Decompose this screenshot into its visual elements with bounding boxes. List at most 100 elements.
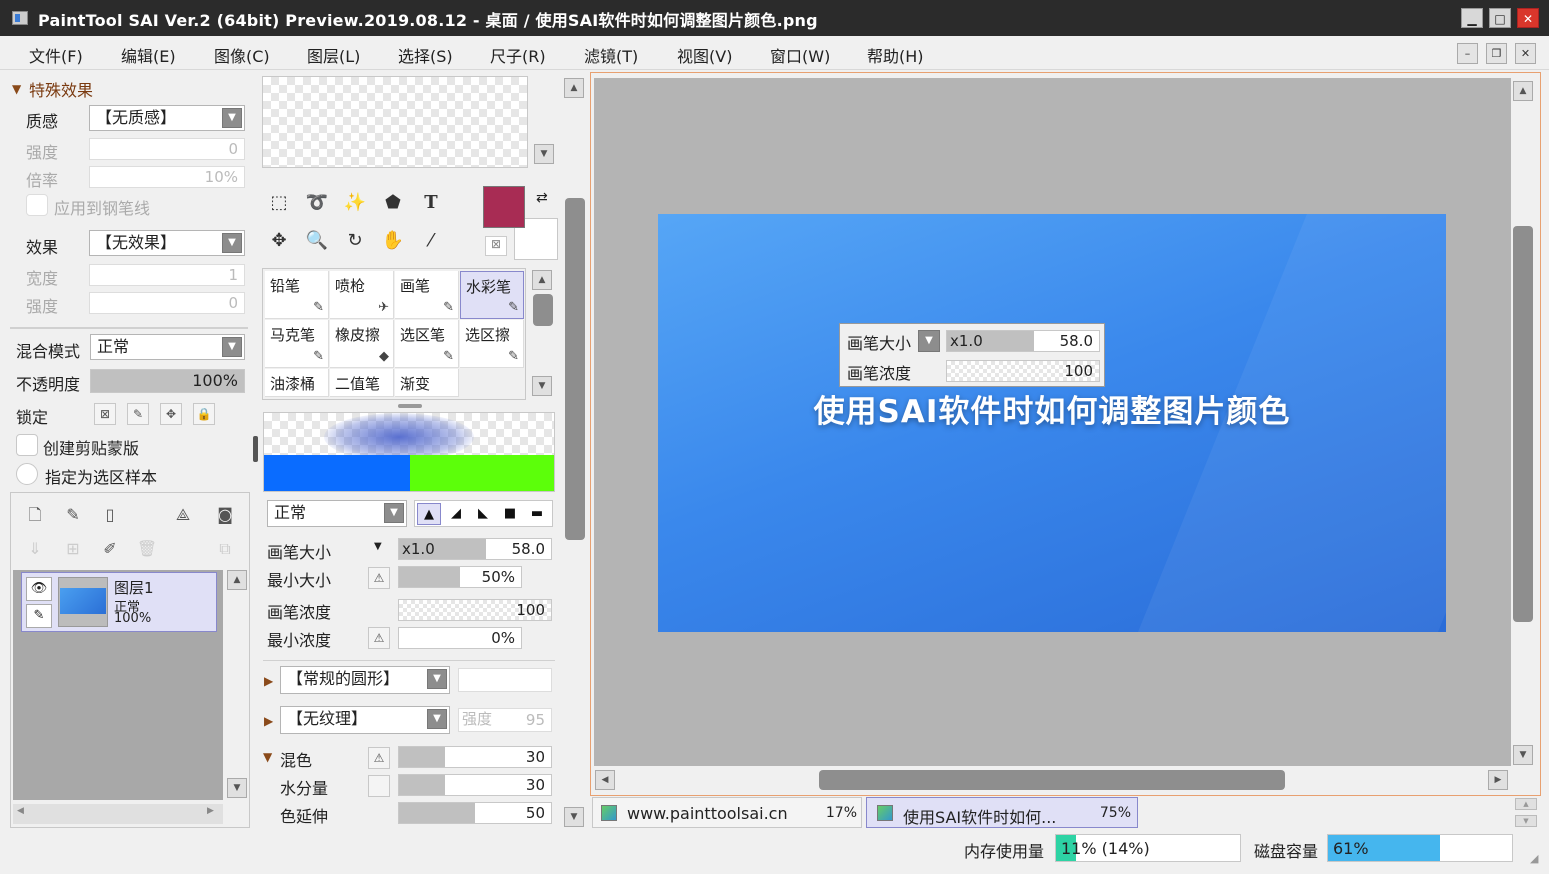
brush-pencil[interactable]: 铅笔 ✎ bbox=[265, 271, 329, 319]
canvas-hscroll-thumb[interactable] bbox=[819, 770, 1285, 790]
layer-scroll-up-button[interactable]: ▲ bbox=[227, 570, 247, 590]
mix-slider[interactable]: 30 bbox=[398, 746, 552, 768]
menu-layer[interactable]: 图层(L) bbox=[307, 43, 360, 67]
lock-move-icon[interactable]: ✥ bbox=[160, 403, 182, 425]
brush-gradient[interactable]: 渐变 bbox=[395, 369, 459, 397]
collapse-arrow-icon[interactable]: ▼ bbox=[263, 750, 272, 764]
scroll-right-icon[interactable]: ▶ bbox=[207, 806, 214, 816]
tabs-scroll-down-button[interactable]: ▼ bbox=[1515, 815, 1537, 827]
min-density-slider[interactable]: 0% bbox=[398, 627, 522, 649]
hand-icon[interactable]: ✋ bbox=[376, 224, 410, 258]
menu-ruler[interactable]: 尺子(R) bbox=[490, 43, 546, 67]
brush-mode-select[interactable]: 正常 ▼ bbox=[267, 500, 407, 527]
brush-scroll-up-button[interactable]: ▲ bbox=[532, 270, 552, 290]
opacity-slider[interactable]: 100% bbox=[90, 369, 245, 393]
min-size-slider[interactable]: 50% bbox=[398, 566, 522, 588]
shape-icon[interactable]: ⬟ bbox=[376, 186, 410, 220]
width-field[interactable]: 1 bbox=[89, 264, 245, 286]
brush-scroll-thumb[interactable] bbox=[533, 294, 553, 326]
brush-scroll-down-button[interactable]: ▼ bbox=[532, 376, 552, 396]
menu-select[interactable]: 选择(S) bbox=[398, 43, 453, 67]
layer-hscroll[interactable]: ◀ ▶ bbox=[13, 804, 223, 824]
transparent-color-icon[interactable]: ⊠ bbox=[485, 236, 507, 256]
merge-down-icon[interactable]: ⊞ bbox=[61, 537, 85, 561]
strength-field[interactable]: 0 bbox=[89, 138, 245, 160]
layer-options-icon[interactable]: ⧉ bbox=[213, 537, 237, 561]
new-folder-icon[interactable]: ▯ bbox=[98, 503, 122, 527]
lock-paint-icon[interactable]: ✎ bbox=[127, 403, 149, 425]
brush-airbrush[interactable]: 喷枪 ✈ bbox=[330, 271, 394, 319]
mdi-minimize-button[interactable]: – bbox=[1457, 43, 1478, 64]
pressure-size-icon[interactable]: ⚠ bbox=[368, 567, 390, 589]
navigator-scroll-down-button[interactable]: ▼ bbox=[534, 144, 554, 164]
primary-color[interactable] bbox=[483, 186, 525, 228]
expand-arrow-icon[interactable]: ▶ bbox=[264, 674, 273, 688]
expand-arrow-icon[interactable]: ▶ bbox=[264, 714, 273, 728]
transfer-down-icon[interactable]: ⇓ bbox=[23, 537, 47, 561]
doc-tab-current[interactable]: 使用SAI软件时如何... 75% bbox=[866, 797, 1138, 828]
chevron-down-icon[interactable]: ▼ bbox=[374, 541, 382, 552]
minimize-button[interactable]: ▁ bbox=[1461, 8, 1483, 28]
brush-texture-select[interactable]: 【无纹理】 ▼ bbox=[280, 706, 450, 734]
brush-marker[interactable]: 马克笔 ✎ bbox=[265, 320, 329, 368]
brush-size-slider[interactable]: x1.0 58.0 bbox=[398, 538, 552, 560]
edge-sharp-icon[interactable]: ▲ bbox=[417, 503, 441, 525]
close-button[interactable]: ✕ bbox=[1517, 8, 1539, 28]
rotate-icon[interactable]: ↻ bbox=[338, 224, 372, 258]
new-layer-icon[interactable]: 🗋 bbox=[23, 503, 47, 527]
strength2-field[interactable]: 0 bbox=[89, 292, 245, 314]
pencil-icon[interactable]: ✎ bbox=[26, 604, 52, 628]
panel-scroll-up-button[interactable]: ▲ bbox=[564, 78, 584, 98]
lock-transparency-icon[interactable]: ⊠ bbox=[94, 403, 116, 425]
mdi-close-button[interactable]: ✕ bbox=[1515, 43, 1536, 64]
canvas-scroll-up-button[interactable]: ▲ bbox=[1513, 81, 1533, 101]
magic-wand-icon[interactable]: ✨ bbox=[338, 186, 372, 220]
effect-select[interactable]: 【无效果】 ▼ bbox=[89, 230, 245, 256]
layer-row-selected[interactable]: 👁 ✎ 图层1 正常 100% bbox=[21, 572, 217, 632]
tabs-scroll-up-button[interactable]: ▲ bbox=[1515, 798, 1537, 810]
brush-shape-select[interactable]: 【常规的圆形】 ▼ bbox=[280, 666, 450, 694]
chevron-down-icon[interactable]: ▼ bbox=[918, 330, 940, 352]
new-vector-layer-icon[interactable]: ✎ bbox=[61, 503, 85, 527]
brush-select-eraser[interactable]: 选区擦 ✎ bbox=[460, 320, 524, 368]
mdi-restore-button[interactable]: ❐ bbox=[1486, 43, 1507, 64]
brush-density-slider[interactable]: 100 bbox=[398, 599, 552, 621]
edge-flat-icon[interactable]: ■ bbox=[498, 503, 522, 525]
layer-scroll-down-button[interactable]: ▼ bbox=[227, 778, 247, 798]
texture-strength-field[interactable]: 强度 95 bbox=[458, 708, 552, 732]
menu-help[interactable]: 帮助(H) bbox=[867, 43, 924, 67]
brush-eraser[interactable]: 橡皮擦 ◆ bbox=[330, 320, 394, 368]
maximize-button[interactable]: □ bbox=[1489, 8, 1511, 28]
clear-layer-icon[interactable]: ✐ bbox=[98, 537, 122, 561]
panel-scroll-down-button[interactable]: ▼ bbox=[564, 807, 584, 827]
rect-select-icon[interactable]: ⬚ bbox=[262, 186, 296, 220]
brush-select-pen[interactable]: 选区笔 ✎ bbox=[395, 320, 459, 368]
lock-all-icon[interactable]: 🔒 bbox=[193, 403, 215, 425]
layer-mask-icon[interactable]: ◙ bbox=[213, 503, 237, 527]
move-icon[interactable]: ✥ bbox=[262, 224, 296, 258]
eye-icon[interactable]: 👁 bbox=[26, 577, 52, 601]
menu-window[interactable]: 窗口(W) bbox=[770, 43, 830, 67]
navigator-preview[interactable] bbox=[262, 76, 528, 168]
brush-binary[interactable]: 二值笔 bbox=[330, 369, 394, 397]
resize-grip-icon[interactable]: ◢ bbox=[1530, 852, 1538, 865]
blend-mode-select[interactable]: 正常 ▼ bbox=[90, 334, 245, 360]
menu-image[interactable]: 图像(C) bbox=[214, 43, 270, 67]
canvas-scroll-down-button[interactable]: ▼ bbox=[1513, 745, 1533, 765]
edge-soft-icon[interactable]: ◣ bbox=[471, 503, 495, 525]
edge-block-icon[interactable]: ▬ bbox=[525, 503, 549, 525]
brush-bucket[interactable]: 油漆桶 bbox=[265, 369, 329, 397]
brush-watercolor[interactable]: 水彩笔 ✎ bbox=[460, 271, 524, 319]
doc-tab-painttoolsai[interactable]: www.painttoolsai.cn 17% bbox=[592, 797, 862, 828]
scroll-left-icon[interactable]: ◀ bbox=[17, 806, 24, 816]
texture-select[interactable]: 【无质感】 ▼ bbox=[89, 105, 245, 131]
pressure-density-icon[interactable]: ⚠ bbox=[368, 627, 390, 649]
water-slider[interactable]: 30 bbox=[398, 774, 552, 796]
extend-slider[interactable]: 50 bbox=[398, 802, 552, 824]
clip-mask-checkbox[interactable] bbox=[16, 434, 38, 456]
water-checkbox[interactable] bbox=[368, 775, 390, 797]
canvas-scroll-right-button[interactable]: ▶ bbox=[1488, 770, 1508, 790]
menu-filter[interactable]: 滤镜(T) bbox=[584, 43, 638, 67]
text-icon[interactable]: T bbox=[414, 186, 448, 220]
panel-scroll-thumb[interactable] bbox=[565, 198, 585, 540]
